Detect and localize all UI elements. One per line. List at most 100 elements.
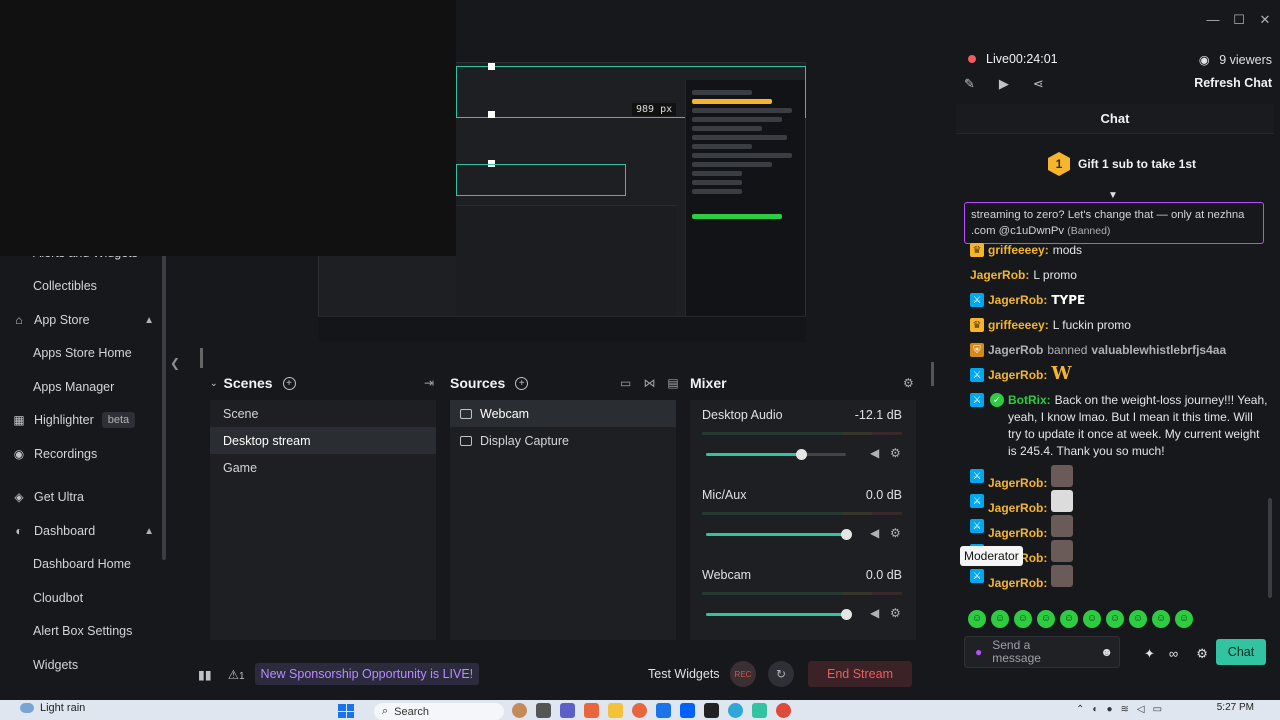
replay-buffer-icon[interactable]: ↻	[768, 661, 794, 687]
chrome-icon[interactable]	[776, 703, 791, 718]
volume-slider[interactable]	[706, 449, 846, 460]
sponsor-banner[interactable]: New Sponsorship Opportunity is LIVE!	[254, 663, 480, 685]
channel-settings-icon[interactable]: ⚙	[890, 526, 901, 540]
dropbox-icon[interactable]	[680, 703, 695, 718]
mute-icon[interactable]: ◀	[870, 526, 879, 540]
app-icon[interactable]	[512, 703, 527, 718]
emote-icon[interactable]: ☺	[1106, 610, 1124, 628]
crown-badge-icon[interactable]: ♛	[970, 243, 984, 257]
sidebar-item[interactable]: Apps Store Home	[0, 338, 162, 368]
scene-item[interactable]: Scene	[210, 400, 436, 427]
mixer-settings-icon[interactable]: ⚙	[903, 376, 914, 390]
weather-widget[interactable]: Light rain	[20, 702, 85, 714]
test-widgets-button[interactable]: Test Widgets	[648, 667, 720, 681]
battery-icon[interactable]: ▭	[1153, 704, 1162, 715]
sidebar-item[interactable]: ◉ Recordings	[0, 439, 162, 469]
sword-badge-icon[interactable]: ⚔	[970, 494, 984, 508]
sword-badge-icon[interactable]: ⚔	[970, 569, 984, 583]
preview-divider[interactable]	[200, 348, 203, 368]
record-button[interactable]: REC	[730, 661, 756, 687]
trash-icon[interactable]: ▤	[667, 376, 678, 390]
emote-icon[interactable]: ☺	[1014, 610, 1032, 628]
link-icon[interactable]: ⋈	[643, 376, 655, 390]
emote-icon[interactable]: ☺	[1152, 610, 1170, 628]
notifications-icon[interactable]: ⚠1	[228, 667, 245, 682]
chat-username[interactable]: griffeeeey:	[988, 243, 1049, 257]
chat-username[interactable]: BotRix:	[1008, 393, 1051, 407]
sidebar-item[interactable]: Cloudbot	[0, 583, 162, 613]
chevron-up-icon[interactable]: ▲	[144, 526, 154, 537]
slider-knob[interactable]	[841, 609, 852, 620]
sword-badge-icon[interactable]: ⚔	[970, 368, 984, 382]
edge-icon[interactable]	[728, 703, 743, 718]
preview-scrollbar[interactable]	[931, 362, 934, 386]
taskbar-clock[interactable]: 5:27 PM	[1217, 702, 1254, 713]
scene-item[interactable]: Game	[210, 454, 436, 481]
shield-badge-icon[interactable]: ⛨	[970, 343, 984, 357]
app-icon[interactable]	[632, 703, 647, 718]
app-icon[interactable]	[704, 703, 719, 718]
channel-settings-icon[interactable]: ⚙	[890, 606, 901, 620]
emote-icon[interactable]: ☺	[1060, 610, 1078, 628]
sidebar-item[interactable]: ◐ Dashboard ▲	[0, 516, 162, 546]
chat-username[interactable]: JagerRob:	[988, 526, 1047, 540]
sword-badge-icon[interactable]: ⚔	[970, 469, 984, 483]
sidebar-item[interactable]: ⌂ App Store ▲	[0, 305, 162, 335]
start-button[interactable]	[338, 704, 354, 718]
maximize-button[interactable]: ☐	[1232, 12, 1246, 28]
mic-icon[interactable]: ●	[975, 645, 982, 659]
chevron-up-icon[interactable]: ⌃	[1076, 704, 1084, 715]
chat-username[interactable]: JagerRob:	[988, 476, 1047, 490]
emote-icon[interactable]: ☺	[1175, 610, 1193, 628]
channel-settings-icon[interactable]: ⚙	[890, 446, 901, 460]
sidebar-item[interactable]: Dashboard Home	[0, 549, 162, 579]
volume-slider[interactable]	[706, 609, 852, 620]
edit-icon[interactable]: ✎	[964, 76, 975, 92]
taskbar-search[interactable]: ⌕ Search	[374, 703, 504, 720]
crown-badge-icon[interactable]: ♛	[970, 318, 984, 332]
mute-icon[interactable]: ◀	[870, 606, 879, 620]
sidebar-item[interactable]: ▦ Highlighter beta	[0, 405, 162, 435]
volume-icon[interactable]: ◁	[1137, 704, 1145, 715]
emote-icon[interactable]: ☺	[991, 610, 1009, 628]
scene-transition-icon[interactable]: ⇥	[424, 376, 434, 390]
emote-icon[interactable]: ☺	[1129, 610, 1147, 628]
chevron-up-icon[interactable]: ▲	[144, 315, 154, 326]
sidebar-item[interactable]: ◈ Get Ultra	[0, 482, 162, 512]
gift-sub-banner[interactable]: 1 Gift 1 sub to take 1st	[1048, 152, 1196, 176]
streamlabs-icon[interactable]	[752, 703, 767, 718]
sidebar-item[interactable]: Apps Manager	[0, 372, 162, 402]
minimize-button[interactable]: —	[1206, 12, 1220, 28]
app-icon[interactable]	[536, 703, 551, 718]
sidebar-item[interactable]: Widgets	[0, 650, 162, 680]
folder-icon[interactable]	[608, 703, 623, 718]
end-stream-button[interactable]: End Stream	[808, 661, 912, 687]
chat-username[interactable]: JagerRob:	[988, 368, 1047, 382]
camera-icon[interactable]: ▶	[999, 76, 1009, 92]
mic-icon[interactable]: ●	[1106, 704, 1112, 715]
wifi-icon[interactable]: ≋	[1120, 704, 1128, 715]
chat-username[interactable]: griffeeeey:	[988, 318, 1049, 332]
chat-username[interactable]: JagerRob:	[970, 268, 1029, 282]
resize-handle[interactable]	[488, 63, 495, 70]
send-chat-button[interactable]: Chat	[1216, 639, 1266, 665]
slider-knob[interactable]	[841, 529, 852, 540]
chat-scrollbar[interactable]	[1268, 498, 1272, 598]
sidebar-scrollbar[interactable]	[162, 250, 166, 560]
chat-username[interactable]: JagerRob:	[988, 576, 1047, 590]
sword-badge-icon[interactable]: ⚔	[970, 293, 984, 307]
scene-item-selected[interactable]: Desktop stream	[210, 427, 436, 454]
source-item-display[interactable]: Display Capture	[450, 427, 676, 454]
scroll-down-icon[interactable]: ▼	[1108, 190, 1118, 201]
emote-icon[interactable]: ☺	[1037, 610, 1055, 628]
sword-badge-icon[interactable]: ⚔	[970, 393, 984, 407]
folder-icon[interactable]: ▭	[620, 376, 631, 390]
add-source-icon[interactable]: +	[515, 376, 529, 390]
chat-username[interactable]: JagerRob	[988, 343, 1043, 357]
emote-icon[interactable]: ☺	[968, 610, 986, 628]
sidebar-item[interactable]: Collectibles	[0, 271, 162, 301]
emote-icon[interactable]: ☺	[1083, 610, 1101, 628]
chat-username[interactable]: JagerRob:	[988, 293, 1047, 307]
share-icon[interactable]: ⋖	[1033, 76, 1044, 92]
infinity-icon[interactable]: ∞	[1169, 646, 1178, 662]
